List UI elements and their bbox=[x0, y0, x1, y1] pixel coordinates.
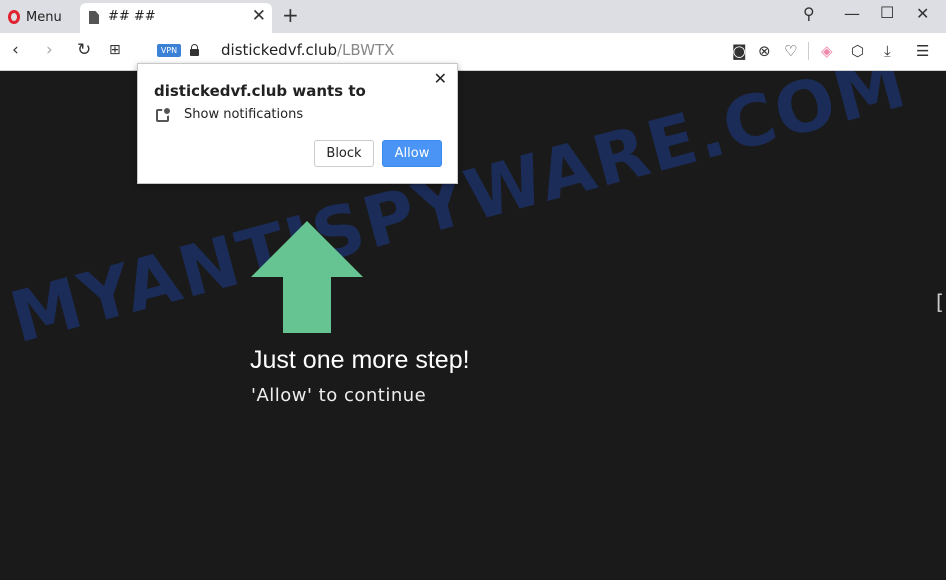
url-path: /LBWTX bbox=[336, 41, 395, 59]
up-arrow-icon bbox=[251, 221, 363, 333]
url-field[interactable]: distickedvf.club/LBWTX bbox=[221, 41, 394, 59]
settings-icon[interactable]: ☰ bbox=[916, 42, 929, 60]
reload-icon[interactable]: ↻ bbox=[77, 40, 91, 60]
page-heading: Just one more step! bbox=[250, 346, 470, 374]
minimize-icon[interactable]: — bbox=[844, 4, 860, 23]
permission-label: Show notifications bbox=[184, 107, 304, 122]
menu-button[interactable]: Menu bbox=[8, 7, 62, 27]
block-button[interactable]: Block bbox=[314, 140, 374, 167]
tab-bar: Menu ## ## ✕ + ⚲ — ☐ ✕ bbox=[0, 0, 946, 33]
page-subtext: 'Allow' to continue bbox=[251, 385, 427, 406]
vpn-badge[interactable]: VPN bbox=[157, 44, 181, 57]
download-icon[interactable]: ⤓ bbox=[884, 42, 891, 60]
lock-icon[interactable] bbox=[190, 44, 199, 56]
notification-permission-popup: distickedvf.club wants to ✕ Show notific… bbox=[137, 63, 458, 184]
allow-button[interactable]: Allow bbox=[382, 140, 442, 167]
close-window-icon[interactable]: ✕ bbox=[916, 4, 929, 23]
back-icon[interactable]: ‹ bbox=[12, 40, 19, 60]
forward-icon[interactable]: › bbox=[46, 40, 53, 60]
close-icon[interactable]: ✕ bbox=[252, 6, 266, 26]
popup-title: distickedvf.club wants to bbox=[154, 82, 366, 100]
cube-color-icon[interactable]: ◈ bbox=[821, 42, 833, 60]
tab-active[interactable]: ## ## ✕ bbox=[80, 3, 272, 33]
side-bracket: [ bbox=[936, 290, 944, 314]
document-icon bbox=[89, 11, 99, 24]
close-icon[interactable]: ✕ bbox=[434, 69, 447, 88]
search-icon[interactable]: ⚲ bbox=[803, 4, 815, 23]
cube-icon[interactable]: ⬡ bbox=[851, 42, 864, 60]
opera-icon bbox=[8, 10, 20, 24]
heart-icon[interactable]: ♡ bbox=[784, 42, 797, 60]
camera-icon[interactable]: ◙ bbox=[732, 42, 747, 60]
toolbar-divider bbox=[808, 42, 809, 60]
plus-icon[interactable]: + bbox=[282, 3, 299, 27]
ad-block-icon[interactable]: ⊗ bbox=[758, 42, 771, 60]
tab-title: ## ## bbox=[108, 9, 156, 24]
menu-label: Menu bbox=[26, 9, 62, 25]
url-domain: distickedvf.club bbox=[221, 41, 337, 59]
grid-icon[interactable]: ⊞ bbox=[109, 42, 121, 58]
notification-icon bbox=[156, 106, 172, 122]
maximize-icon[interactable]: ☐ bbox=[880, 3, 894, 22]
